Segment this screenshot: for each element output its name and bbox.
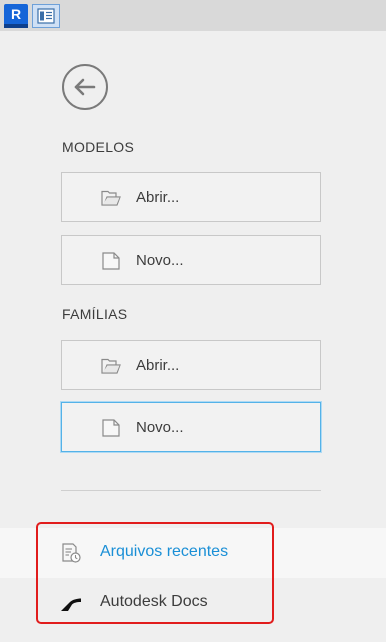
families-new-label: Novo... <box>136 419 184 436</box>
back-button[interactable] <box>62 64 108 110</box>
divider <box>61 490 321 491</box>
families-new-button[interactable]: Novo... <box>61 402 321 452</box>
autodesk-docs-icon <box>61 598 81 611</box>
title-bar: R <box>0 0 386 31</box>
families-open-label: Abrir... <box>136 357 180 374</box>
folder-open-icon <box>101 190 121 206</box>
arrow-left-icon <box>74 78 96 96</box>
nav-autodesk-docs[interactable]: Autodesk Docs <box>0 578 386 628</box>
folder-open-icon <box>101 358 121 374</box>
nav-autodesk-docs-label: Autodesk Docs <box>100 593 208 610</box>
new-file-icon <box>102 419 120 437</box>
families-section-title: FAMÍLIAS <box>62 306 128 322</box>
models-open-label: Abrir... <box>136 189 180 206</box>
revit-logo-icon[interactable]: R <box>4 4 28 28</box>
models-new-label: Novo... <box>136 252 184 269</box>
nav-recent-files-label: Arquivos recentes <box>100 543 229 560</box>
models-open-button[interactable]: Abrir... <box>61 172 321 222</box>
home-view-icon <box>37 8 55 24</box>
models-section-title: MODELOS <box>62 139 135 155</box>
logo-letter: R <box>10 6 22 22</box>
new-file-icon <box>102 252 120 270</box>
nav-recent-files[interactable]: Arquivos recentes <box>0 528 386 578</box>
models-new-button[interactable]: Novo... <box>61 235 321 285</box>
families-open-button[interactable]: Abrir... <box>61 340 321 390</box>
recent-files-icon <box>62 543 81 563</box>
home-view-button[interactable] <box>32 4 60 28</box>
